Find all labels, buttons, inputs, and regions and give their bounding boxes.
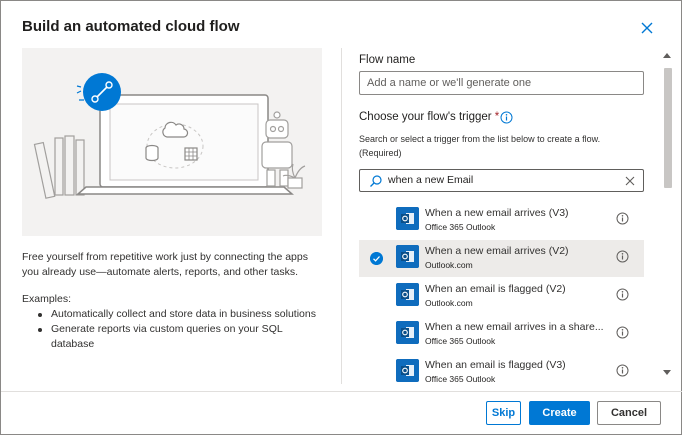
create-button[interactable]: Create: [529, 401, 590, 425]
hero-illustration: [22, 48, 322, 236]
info-icon[interactable]: [616, 364, 629, 377]
example-item: Automatically collect and store data in …: [38, 307, 328, 322]
info-icon[interactable]: [500, 111, 513, 124]
trigger-connector: Office 365 Outlook: [425, 222, 496, 232]
trigger-option[interactable]: When a new email arrives (V2) Outlook.com: [359, 240, 644, 277]
info-icon[interactable]: [616, 288, 629, 301]
trigger-name: When a new email arrives (V2): [425, 245, 569, 257]
outlook-icon: [396, 359, 419, 382]
trigger-name: When a new email arrives (V3): [425, 207, 569, 219]
outlook-icon: [396, 321, 419, 344]
trigger-option[interactable]: When a new email arrives in a share... Of…: [359, 316, 644, 353]
cancel-button[interactable]: Cancel: [597, 401, 661, 425]
scroll-up-icon[interactable]: [663, 52, 671, 58]
info-icon[interactable]: [616, 250, 629, 263]
trigger-help-text: Search or select a trigger from the list…: [359, 134, 601, 158]
trigger-scrollbar[interactable]: [660, 48, 674, 384]
flow-name-label: Flow name: [359, 54, 416, 66]
trigger-search-input[interactable]: when a new Email: [388, 174, 473, 186]
build-flow-dialog: Build an automated cloud flow Free yours…: [0, 0, 682, 435]
trigger-connector: Office 365 Outlook: [425, 374, 496, 384]
trigger-form: Flow name Choose your flow's trigger * S…: [359, 48, 659, 384]
trigger-label-text: Choose your flow's trigger: [359, 111, 492, 123]
trigger-option[interactable]: When a new email arrives (V3) Office 365 …: [359, 202, 644, 239]
laptop-illustration: [33, 73, 306, 199]
trigger-option[interactable]: When an email is flagged (V2) Outlook.com: [359, 278, 644, 315]
trigger-name: When a new email arrives in a share...: [425, 321, 604, 333]
outlook-icon: [396, 245, 419, 268]
trigger-name: When an email is flagged (V3): [425, 359, 566, 371]
search-icon: [370, 175, 382, 187]
examples-list: Automatically collect and store data in …: [38, 307, 328, 352]
checkmark-icon: [370, 252, 383, 265]
info-icon[interactable]: [616, 212, 629, 225]
skip-button[interactable]: Skip: [486, 401, 521, 425]
info-icon[interactable]: [616, 326, 629, 339]
trigger-connector: Outlook.com: [425, 260, 473, 270]
footer-divider: [1, 391, 682, 392]
trigger-label: Choose your flow's trigger *: [359, 111, 499, 123]
trigger-connector: Office 365 Outlook: [425, 336, 496, 346]
flow-name-input[interactable]: [359, 71, 644, 95]
trigger-option[interactable]: When an email is flagged (V3) Office 365 …: [359, 354, 644, 384]
flow-description: Free yourself from repetitive work just …: [22, 251, 308, 278]
trigger-search-box[interactable]: when a new Email: [359, 169, 644, 192]
trigger-name: When an email is flagged (V2): [425, 283, 566, 295]
clear-icon[interactable]: [624, 175, 636, 187]
close-icon[interactable]: [639, 20, 655, 36]
panel-divider: [341, 48, 342, 384]
trigger-list: When a new email arrives (V3) Office 365 …: [359, 202, 644, 384]
examples-label: Examples:: [22, 293, 72, 305]
example-item: Generate reports via custom queries on y…: [38, 322, 328, 352]
scroll-down-icon[interactable]: [663, 370, 671, 376]
outlook-icon: [396, 283, 419, 306]
trigger-connector: Outlook.com: [425, 298, 473, 308]
required-mark: *: [494, 111, 500, 123]
dialog-title: Build an automated cloud flow: [22, 18, 240, 35]
scroll-thumb[interactable]: [664, 68, 672, 188]
outlook-icon: [396, 207, 419, 230]
